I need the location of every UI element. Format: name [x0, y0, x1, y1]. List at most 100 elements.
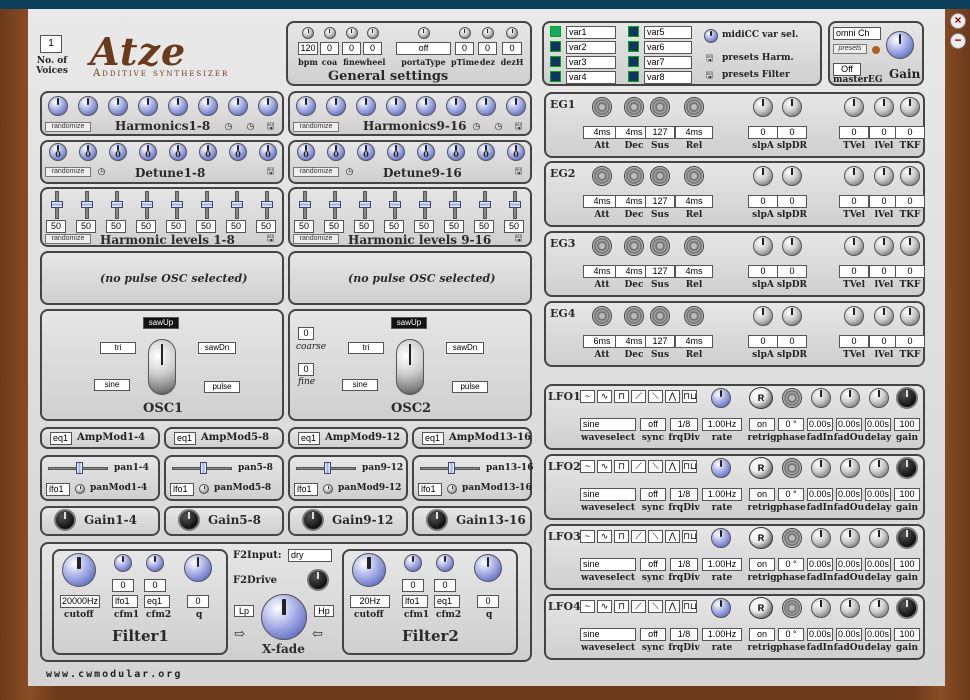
eg-knob[interactable] — [782, 97, 802, 117]
gain-knob[interactable] — [302, 509, 324, 531]
lfo-value[interactable]: 100 — [894, 558, 920, 571]
eg-value[interactable]: 0 — [748, 335, 778, 348]
lfo-value[interactable]: on — [749, 418, 775, 431]
lfo-knob[interactable] — [840, 598, 860, 618]
panmod-knob[interactable] — [199, 484, 209, 494]
var-select-icon[interactable] — [628, 26, 639, 37]
waveform-icon[interactable]: ⟍ — [648, 460, 663, 473]
harmonic-knob[interactable] — [356, 96, 376, 116]
lfo-value[interactable]: 0.00s — [836, 418, 862, 431]
lfo-value[interactable]: 100 — [894, 418, 920, 431]
cfm2-source[interactable]: eq1 — [434, 595, 460, 608]
save-icon[interactable]: 🖫 — [265, 233, 276, 244]
eg-value[interactable]: 0 — [839, 195, 869, 208]
waveform-icon[interactable]: ~ — [580, 390, 595, 403]
level-slider-thumb[interactable] — [171, 201, 183, 208]
var-select-icon[interactable] — [628, 71, 639, 82]
eg-value[interactable]: 0 — [777, 265, 807, 278]
lfo-value[interactable]: 1.00Hz — [702, 418, 742, 431]
cfm2-value[interactable]: 0 — [434, 579, 456, 592]
lfo-value[interactable]: 0 ° — [778, 488, 804, 501]
var-select-icon[interactable] — [628, 56, 639, 67]
general-knob[interactable] — [302, 27, 314, 39]
wave-sawup-button[interactable]: sawUp — [391, 317, 427, 329]
harmonic-knob[interactable] — [258, 96, 278, 116]
cutoff-knob[interactable] — [352, 553, 386, 587]
lfo-value[interactable]: on — [749, 488, 775, 501]
harmonic-knob[interactable] — [476, 96, 496, 116]
var-field[interactable]: var4 — [566, 71, 616, 84]
waveform-icon[interactable]: ⟋ — [631, 390, 646, 403]
eg-knob[interactable] — [900, 236, 920, 256]
retrig-switch[interactable]: R — [749, 597, 773, 619]
eg-knob[interactable] — [874, 306, 894, 326]
cfm2-knob[interactable] — [146, 554, 164, 572]
eg-knob[interactable] — [592, 97, 612, 117]
highpass-button[interactable]: Hp — [314, 605, 334, 617]
lfo-knob[interactable] — [869, 388, 889, 408]
lfo-knob[interactable] — [782, 388, 802, 408]
voices-field[interactable]: 1 — [40, 35, 62, 53]
lfo-value[interactable]: 1/8 — [670, 628, 698, 641]
coarse-field[interactable]: 0 — [298, 327, 314, 340]
level-slider-thumb[interactable] — [231, 201, 243, 208]
q-knob[interactable] — [474, 554, 502, 582]
waveform-icon[interactable]: ⊓ — [614, 530, 629, 543]
ampmod-source-field[interactable]: eq1 — [174, 432, 196, 445]
harmonic-knob[interactable] — [168, 96, 188, 116]
f2-input-field[interactable]: dry — [288, 549, 332, 562]
level-slider-thumb[interactable] — [141, 201, 153, 208]
level-value[interactable]: 50 — [76, 220, 96, 233]
eg-knob[interactable] — [874, 97, 894, 117]
lfo-value[interactable]: sine — [580, 628, 636, 641]
waveform-icon[interactable]: ∿ — [597, 600, 612, 613]
lfo-value[interactable]: 1.00Hz — [702, 488, 742, 501]
level-slider-thumb[interactable] — [419, 201, 431, 208]
lfo-value[interactable]: 0.00s — [807, 628, 833, 641]
lfo-value[interactable]: 1.00Hz — [702, 558, 742, 571]
lfo-knob[interactable] — [869, 598, 889, 618]
retrig-switch[interactable]: R — [749, 527, 773, 549]
level-value[interactable]: 50 — [324, 220, 344, 233]
waveform-icon[interactable]: ∿ — [597, 460, 612, 473]
eg-value[interactable]: 0 — [777, 126, 807, 139]
general-knob[interactable] — [481, 27, 494, 39]
rate-knob[interactable] — [711, 598, 731, 618]
eg-knob[interactable] — [782, 166, 802, 186]
rate-knob[interactable] — [711, 458, 731, 478]
waveform-icon[interactable]: ⋀ — [665, 530, 680, 543]
randomize-button[interactable]: randomize — [293, 167, 339, 177]
level-slider-thumb[interactable] — [329, 201, 341, 208]
waveform-icon[interactable]: ~ — [580, 530, 595, 543]
waveform-icon[interactable]: ~ — [580, 460, 595, 473]
var-select-icon[interactable] — [550, 26, 561, 37]
ampmod-source-field[interactable]: eq1 — [298, 432, 320, 445]
wave-tri-button[interactable]: tri — [100, 342, 136, 354]
save-icon[interactable]: 🖫 — [265, 121, 276, 132]
lfo-value[interactable]: 0.00s — [836, 628, 862, 641]
eg-knob[interactable] — [753, 236, 773, 256]
eg-value[interactable]: 4ms — [675, 335, 713, 348]
randomize-button[interactable]: randomize — [45, 122, 91, 132]
general-value-field[interactable]: 0 — [320, 42, 339, 55]
harmonic-knob[interactable] — [198, 96, 218, 116]
eg-knob[interactable] — [753, 166, 773, 186]
lfo-value[interactable]: 1/8 — [670, 488, 698, 501]
rate-knob[interactable] — [711, 528, 731, 548]
lfo-value[interactable]: on — [749, 628, 775, 641]
waveform-icon[interactable]: ⟍ — [648, 600, 663, 613]
randomize-button[interactable]: randomize — [293, 122, 339, 132]
lfo-value[interactable]: off — [640, 418, 666, 431]
pan-slider-thumb[interactable] — [324, 462, 331, 474]
cfm1-source[interactable]: lfo1 — [112, 595, 138, 608]
var-field[interactable]: var8 — [644, 71, 692, 84]
q-knob[interactable] — [184, 554, 212, 582]
pan-source-field[interactable]: lfo1 — [294, 483, 318, 496]
wave-sine-button[interactable]: sine — [94, 379, 130, 391]
level-value[interactable]: 50 — [46, 220, 66, 233]
wave-sawdn-button[interactable]: sawDn — [198, 342, 236, 354]
level-value[interactable]: 50 — [474, 220, 494, 233]
waveform-icon[interactable]: ∿ — [597, 530, 612, 543]
cutoff-knob[interactable] — [62, 553, 96, 587]
save-icon[interactable]: 🖫 — [704, 70, 715, 81]
